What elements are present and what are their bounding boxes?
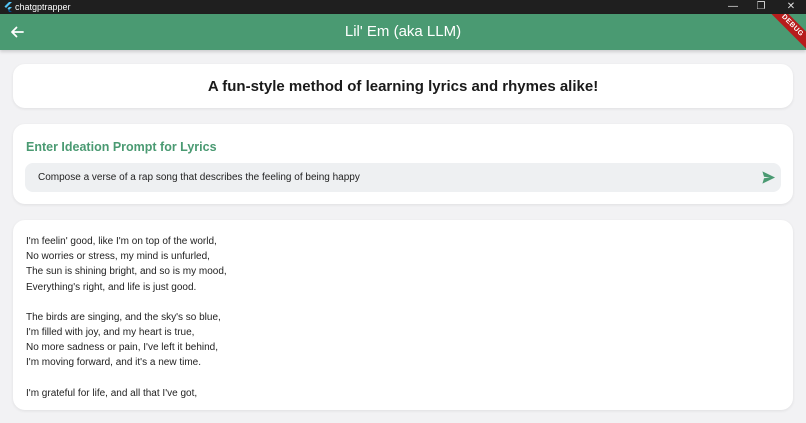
lyric-line: I'm feelin' good, like I'm on top of the… xyxy=(26,236,217,247)
lyrics-stanza: I'm feelin' good, like I'm on top of the… xyxy=(26,234,227,295)
page-headline: A fun-style method of learning lyrics an… xyxy=(207,78,599,95)
lyrics-stanza: I'm grateful for life, and all that I've… xyxy=(26,386,227,401)
prompt-card: Enter Ideation Prompt for Lyrics xyxy=(13,124,793,204)
lyric-line: No worries or stress, my mind is unfurle… xyxy=(26,251,210,263)
app-bar-title: Lil' Em (aka LLM) xyxy=(344,23,462,40)
prompt-label: Enter Ideation Prompt for Lyrics xyxy=(26,140,217,154)
lyric-line: I'm moving forward, and it's a new time. xyxy=(26,357,201,369)
minimize-icon[interactable]: — xyxy=(718,0,748,14)
app-bar: Lil' Em (aka LLM) DEBUG xyxy=(0,14,806,50)
lyrics-card: I'm feelin' good, like I'm on top of the… xyxy=(13,220,793,410)
flutter-logo-icon xyxy=(4,2,12,12)
lyric-line: The birds are singing, and the sky's so … xyxy=(26,311,221,323)
lyric-line: No more sadness or pain, I've left it be… xyxy=(26,342,219,354)
close-icon[interactable]: ✕ xyxy=(776,0,806,14)
maximize-icon[interactable]: ❐ xyxy=(746,0,776,14)
prompt-input[interactable] xyxy=(38,163,738,192)
prompt-input-container[interactable] xyxy=(25,163,781,192)
send-icon[interactable] xyxy=(761,170,776,185)
lyric-line: I'm grateful for life, and all that I've… xyxy=(26,387,198,399)
lyrics-text: I'm feelin' good, like I'm on top of the… xyxy=(26,234,227,410)
window-title: chatgptrapper xyxy=(15,2,71,12)
lyric-line: Everything's right, and life is just goo… xyxy=(26,281,197,293)
window-titlebar: chatgptrapper — ❐ ✕ xyxy=(0,0,806,14)
lyric-line: I'm filled with joy, and my heart is tru… xyxy=(26,326,195,338)
headline-card: A fun-style method of learning lyrics an… xyxy=(13,64,793,108)
lyric-line: The sun is shining bright, and so is my … xyxy=(26,266,227,278)
lyrics-stanza: The birds are singing, and the sky's so … xyxy=(26,310,227,371)
